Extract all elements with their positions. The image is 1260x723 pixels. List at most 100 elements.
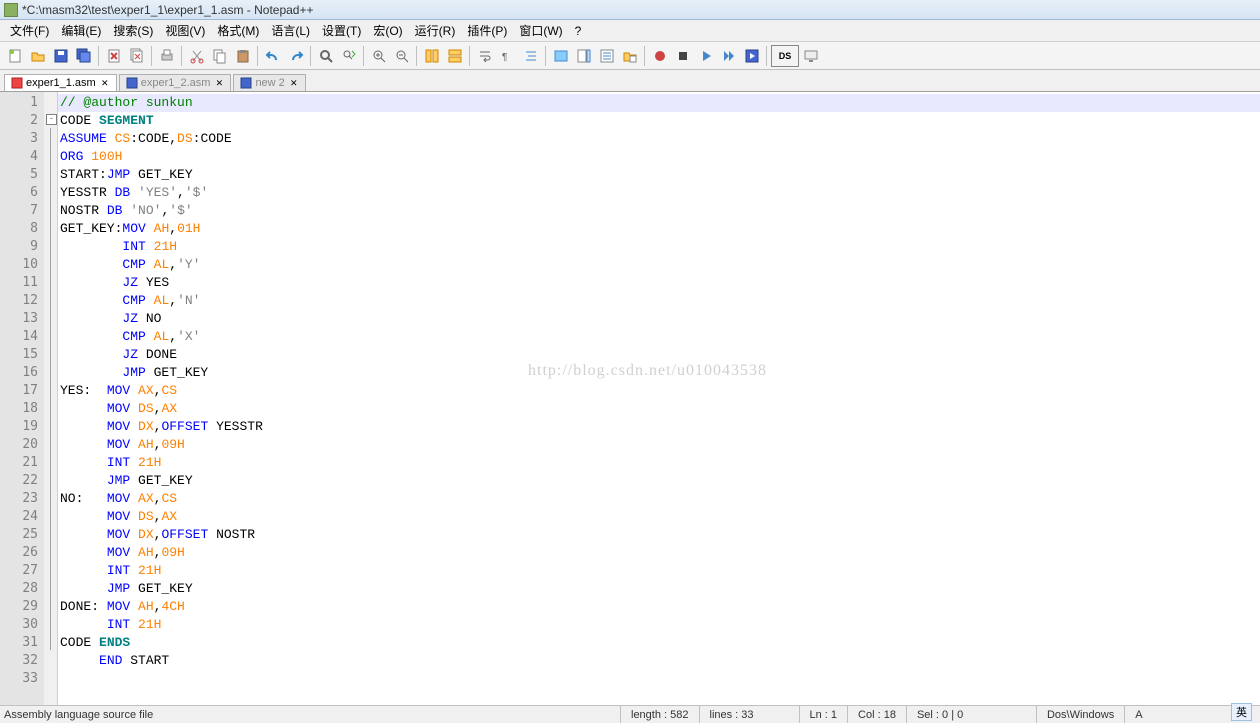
func-list-button[interactable] bbox=[596, 45, 618, 67]
fold-cell[interactable] bbox=[44, 254, 57, 272]
fold-cell[interactable] bbox=[44, 434, 57, 452]
code-line[interactable]: INT 21H bbox=[58, 454, 1260, 472]
fold-cell[interactable] bbox=[44, 578, 57, 596]
fold-cell[interactable] bbox=[44, 182, 57, 200]
sync-hscroll-button[interactable] bbox=[444, 45, 466, 67]
copy-button[interactable] bbox=[209, 45, 231, 67]
code-line[interactable] bbox=[58, 670, 1260, 688]
macro-stop-button[interactable] bbox=[672, 45, 694, 67]
zoom-in-button[interactable] bbox=[368, 45, 390, 67]
fold-cell[interactable] bbox=[44, 542, 57, 560]
fold-cell[interactable] bbox=[44, 470, 57, 488]
macro-save-button[interactable] bbox=[741, 45, 763, 67]
paste-button[interactable] bbox=[232, 45, 254, 67]
code-line[interactable]: CMP AL,'Y' bbox=[58, 256, 1260, 274]
fold-cell[interactable] bbox=[44, 110, 57, 128]
replace-button[interactable] bbox=[338, 45, 360, 67]
menu-file[interactable]: 文件(F) bbox=[4, 20, 55, 41]
save-all-button[interactable] bbox=[73, 45, 95, 67]
code-line[interactable]: INT 21H bbox=[58, 616, 1260, 634]
macro-multi-button[interactable] bbox=[718, 45, 740, 67]
fold-cell[interactable] bbox=[44, 632, 57, 650]
ime-badge[interactable]: 英 bbox=[1231, 703, 1252, 721]
fold-cell[interactable] bbox=[44, 218, 57, 236]
fold-cell[interactable] bbox=[44, 344, 57, 362]
fold-margin[interactable] bbox=[44, 92, 58, 712]
code-line[interactable]: CMP AL,'X' bbox=[58, 328, 1260, 346]
close-all-button[interactable] bbox=[126, 45, 148, 67]
code-line[interactable]: CODE ENDS bbox=[58, 634, 1260, 652]
fold-cell[interactable] bbox=[44, 146, 57, 164]
code-line[interactable]: MOV DX,OFFSET NOSTR bbox=[58, 526, 1260, 544]
monitor-button[interactable] bbox=[800, 45, 822, 67]
code-line[interactable]: JMP GET_KEY bbox=[58, 364, 1260, 382]
tab-close-icon[interactable]: ✕ bbox=[100, 78, 110, 88]
fold-cell[interactable] bbox=[44, 596, 57, 614]
show-all-chars-button[interactable]: ¶ bbox=[497, 45, 519, 67]
open-file-button[interactable] bbox=[27, 45, 49, 67]
doc-switcher-button[interactable]: DS bbox=[771, 45, 799, 67]
code-line[interactable]: YESSTR DB 'YES','$' bbox=[58, 184, 1260, 202]
code-line[interactable]: NOSTR DB 'NO','$' bbox=[58, 202, 1260, 220]
tab-exper1-2[interactable]: exper1_2.asm ✕ bbox=[119, 74, 232, 91]
ud-lang-button[interactable] bbox=[550, 45, 572, 67]
menu-language[interactable]: 语言(L) bbox=[265, 20, 316, 41]
fold-cell[interactable] bbox=[44, 614, 57, 632]
code-line[interactable]: CODE SEGMENT bbox=[58, 112, 1260, 130]
menu-window[interactable]: 窗口(W) bbox=[513, 20, 568, 41]
menu-view[interactable]: 视图(V) bbox=[159, 20, 211, 41]
fold-cell[interactable] bbox=[44, 308, 57, 326]
menu-help[interactable]: ? bbox=[569, 22, 588, 40]
code-line[interactable]: ORG 100H bbox=[58, 148, 1260, 166]
menu-plugins[interactable]: 插件(P) bbox=[461, 20, 513, 41]
fold-cell[interactable] bbox=[44, 668, 57, 686]
tab-close-icon[interactable]: ✕ bbox=[214, 78, 224, 88]
code-line[interactable]: NO: MOV AX,CS bbox=[58, 490, 1260, 508]
menu-settings[interactable]: 设置(T) bbox=[316, 20, 367, 41]
fold-cell[interactable] bbox=[44, 92, 57, 110]
code-line[interactable]: MOV DS,AX bbox=[58, 508, 1260, 526]
code-line[interactable]: JMP GET_KEY bbox=[58, 580, 1260, 598]
fold-cell[interactable] bbox=[44, 416, 57, 434]
code-area[interactable]: http://blog.csdn.net/u010043538 // @auth… bbox=[58, 92, 1260, 712]
tab-close-icon[interactable]: ✕ bbox=[289, 78, 299, 88]
code-line[interactable]: YES: MOV AX,CS bbox=[58, 382, 1260, 400]
code-line[interactable]: GET_KEY:MOV AH,01H bbox=[58, 220, 1260, 238]
macro-record-button[interactable] bbox=[649, 45, 671, 67]
fold-cell[interactable] bbox=[44, 362, 57, 380]
code-line[interactable]: ASSUME CS:CODE,DS:CODE bbox=[58, 130, 1260, 148]
fold-cell[interactable] bbox=[44, 236, 57, 254]
undo-button[interactable] bbox=[262, 45, 284, 67]
code-line[interactable]: JZ YES bbox=[58, 274, 1260, 292]
menu-search[interactable]: 搜索(S) bbox=[107, 20, 159, 41]
fold-cell[interactable] bbox=[44, 128, 57, 146]
code-line[interactable]: JMP GET_KEY bbox=[58, 472, 1260, 490]
find-button[interactable] bbox=[315, 45, 337, 67]
code-line[interactable]: JZ NO bbox=[58, 310, 1260, 328]
indent-guide-button[interactable] bbox=[520, 45, 542, 67]
sync-vscroll-button[interactable] bbox=[421, 45, 443, 67]
code-line[interactable]: // @author sunkun bbox=[58, 94, 1260, 112]
redo-button[interactable] bbox=[285, 45, 307, 67]
zoom-out-button[interactable] bbox=[391, 45, 413, 67]
wordwrap-button[interactable] bbox=[474, 45, 496, 67]
fold-cell[interactable] bbox=[44, 200, 57, 218]
code-line[interactable]: DONE: MOV AH,4CH bbox=[58, 598, 1260, 616]
tab-exper1-1[interactable]: exper1_1.asm ✕ bbox=[4, 74, 117, 91]
code-line[interactable]: START:JMP GET_KEY bbox=[58, 166, 1260, 184]
code-line[interactable]: MOV DX,OFFSET YESSTR bbox=[58, 418, 1260, 436]
code-line[interactable]: CMP AL,'N' bbox=[58, 292, 1260, 310]
code-line[interactable]: JZ DONE bbox=[58, 346, 1260, 364]
fold-cell[interactable] bbox=[44, 488, 57, 506]
fold-cell[interactable] bbox=[44, 290, 57, 308]
code-line[interactable]: MOV AH,09H bbox=[58, 436, 1260, 454]
menu-edit[interactable]: 编辑(E) bbox=[55, 20, 107, 41]
code-line[interactable]: END START bbox=[58, 652, 1260, 670]
cut-button[interactable] bbox=[186, 45, 208, 67]
code-line[interactable]: INT 21H bbox=[58, 562, 1260, 580]
code-line[interactable]: INT 21H bbox=[58, 238, 1260, 256]
fold-cell[interactable] bbox=[44, 398, 57, 416]
save-button[interactable] bbox=[50, 45, 72, 67]
print-button[interactable] bbox=[156, 45, 178, 67]
new-file-button[interactable] bbox=[4, 45, 26, 67]
